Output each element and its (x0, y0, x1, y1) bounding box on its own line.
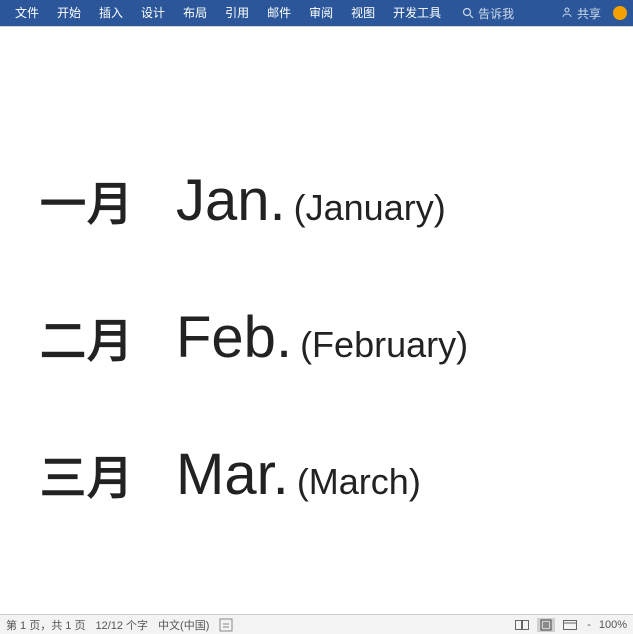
document-canvas[interactable]: 一月 Jan. (January) 二月 Feb. (February) 三月 … (0, 26, 633, 614)
search-icon (462, 7, 474, 19)
month-cn: 二月 (40, 305, 160, 371)
month-full: (March) (297, 461, 421, 503)
tellme-search[interactable]: 告诉我 (456, 5, 520, 22)
view-web-icon[interactable] (561, 618, 579, 632)
status-page[interactable]: 第 1 页，共 1 页 (6, 617, 85, 633)
zoom-level[interactable]: 100% (599, 619, 627, 631)
tab-review[interactable]: 审阅 (300, 0, 342, 26)
month-cn: 三月 (40, 442, 160, 508)
tab-design[interactable]: 设计 (132, 0, 174, 26)
status-language[interactable]: 中文(中国) (158, 617, 209, 633)
tab-view[interactable]: 视图 (342, 0, 384, 26)
tab-references[interactable]: 引用 (216, 0, 258, 26)
tellme-label: 告诉我 (478, 5, 514, 22)
share-label: 共享 (577, 5, 601, 22)
ribbon-tabs-bar: 文件 开始 插入 设计 布局 引用 邮件 审阅 视图 开发工具 告诉我 共享 (0, 0, 633, 26)
page-content: 一月 Jan. (January) 二月 Feb. (February) 三月 … (0, 27, 633, 614)
month-abbr: Jan. (176, 167, 286, 234)
share-icon (561, 6, 573, 21)
month-full: (February) (300, 324, 468, 366)
tab-mailings[interactable]: 邮件 (258, 0, 300, 26)
view-controls: - 100% (513, 618, 627, 632)
month-full: (January) (294, 187, 446, 229)
view-print-icon[interactable] (537, 618, 555, 632)
tab-developer[interactable]: 开发工具 (384, 0, 450, 26)
list-item: 一月 Jan. (January) (40, 167, 603, 234)
view-read-icon[interactable] (513, 618, 531, 632)
month-abbr: Feb. (176, 304, 292, 371)
list-item: 二月 Feb. (February) (40, 304, 603, 371)
status-bar: 第 1 页，共 1 页 12/12 个字 中文(中国) - 100% (0, 614, 633, 634)
zoom-out-button[interactable]: - (585, 619, 593, 631)
share-button[interactable]: 共享 (555, 5, 607, 22)
tab-layout[interactable]: 布局 (174, 0, 216, 26)
tab-file[interactable]: 文件 (6, 0, 48, 26)
status-wordcount[interactable]: 12/12 个字 (95, 617, 148, 633)
month-cn: 一月 (40, 168, 160, 234)
tab-insert[interactable]: 插入 (90, 0, 132, 26)
user-avatar[interactable] (613, 6, 627, 20)
month-abbr: Mar. (176, 441, 289, 508)
list-item: 三月 Mar. (March) (40, 441, 603, 508)
autosave-icon[interactable] (219, 618, 233, 632)
tab-home[interactable]: 开始 (48, 0, 90, 26)
